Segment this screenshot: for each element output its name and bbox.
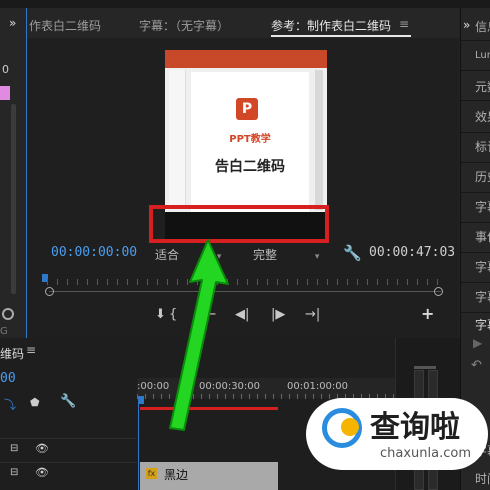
panel-tab-captions-4[interactable]: 字幕 [475,316,490,333]
panel-tab-captions-2[interactable]: 字幕 [475,258,490,275]
timeline-clip[interactable]: fx 黑边 [140,462,278,490]
slide-title: 告白二维码 [215,159,285,175]
divider [461,312,490,313]
track-header: ⊟ 👁 [0,438,137,461]
divider [461,132,490,133]
track-label: 0 [2,63,9,76]
tab-captions[interactable]: 字幕：（无字幕） [139,17,229,34]
toggle-output-icon[interactable]: ⊟ [10,443,18,454]
eye-icon[interactable]: 👁 [35,442,49,455]
add-marker-icon[interactable]: ⬟ [30,396,40,409]
panel-tab-timecode[interactable]: 时间 [475,470,490,487]
button-editor-plus-icon[interactable]: + [421,304,434,323]
panel-tab-events[interactable]: 事件 [475,228,490,245]
quality-select-value: 完整 [253,248,278,262]
panel-tab-metadata[interactable]: 元数 [475,78,490,95]
top-strip [0,0,490,8]
panel-tab-history[interactable]: 历史 [475,168,490,185]
powerpoint-logo-icon: P [236,98,258,120]
step-forward-icon[interactable]: |▶ [271,307,285,322]
sequence-tab[interactable]: 维码 [0,345,24,362]
ppt-scrollbar [315,70,323,210]
panel-tab-captions-3[interactable]: 字幕 [475,288,490,305]
ppt-titlebar [165,50,327,68]
tab-sequence[interactable]: 作表白二维码 [29,17,101,34]
tab-reference[interactable]: 参考：制作表白二维码 [271,17,391,34]
divider [461,162,490,163]
monitor-tab-bar: 作表白二维码 字幕：（无字幕） 参考：制作表白二维码 ≡ [27,8,459,38]
source-panel: » 0 G [0,8,27,338]
panel-tab-markers[interactable]: 标记 [475,138,490,155]
selection-tool-icon[interactable]: ▶ [473,336,482,350]
watermark-url: chaxunla.com [380,446,471,461]
divider [461,40,490,41]
timeline-settings-wrench-icon[interactable]: 🔧 [60,394,76,409]
track-header: ⊟ 👁 [0,462,137,485]
ppt-thumbnail-pane [169,70,186,208]
divider [461,100,490,101]
divider [461,192,490,193]
watermark-text: 查询啦 [370,410,460,445]
divider [461,70,490,71]
playhead-timecode[interactable]: 00:00:00:00 [51,245,137,260]
zoom-handle-left-icon[interactable] [45,287,54,296]
scroll-handle-icon[interactable] [2,308,14,320]
panel-tab-info[interactable]: 信息 [475,18,490,35]
go-to-out-icon[interactable]: →| [305,307,320,322]
expand-chevron-icon[interactable]: » [463,18,470,32]
ppt-slide: P PPT教学 告白二维码 [191,72,309,212]
expand-chevron-icon[interactable]: » [9,16,16,30]
annotation-arrow-icon [169,239,229,431]
fx-badge-icon: fx [146,468,157,479]
panel-tab-captions[interactable]: 字幕 [475,198,490,215]
timeline-menu-icon[interactable]: ≡ [26,343,36,357]
timeline-timecode[interactable]: 00 [0,371,16,386]
chevron-down-icon: ▾ [314,252,320,262]
watermark-logo-dot [341,418,359,436]
quality-select[interactable]: 完整 ▾ [253,246,325,263]
duration-timecode: 00:00:47:03 [369,245,456,260]
vertical-scrollbar[interactable] [11,104,16,294]
panel-menu-icon[interactable]: ≡ [399,17,409,31]
color-swatch [0,86,10,100]
slide-brand-text: PPT教学 [229,134,271,145]
divider [461,282,490,283]
snap-icon[interactable]: ⤵ [4,396,16,413]
panel-tab-lumetri[interactable]: Lum [475,50,490,61]
meter-cap [414,366,436,369]
active-tab-indicator [271,35,411,37]
clip-label: 黑边 [164,468,189,482]
panel-tab-effects[interactable]: 效果 [475,108,490,125]
divider [461,222,490,223]
settings-wrench-icon[interactable]: 🔧 [343,244,362,262]
undo-icon[interactable]: ↶ [471,358,482,373]
divider [461,252,490,253]
ruler-label: 00:01:00:00 [287,381,349,392]
toggle-output-icon[interactable]: ⊟ [10,467,18,478]
zoom-handle-right-icon[interactable] [434,287,443,296]
eye-icon[interactable]: 👁 [35,466,49,479]
panel-footer-label: G [0,326,8,337]
